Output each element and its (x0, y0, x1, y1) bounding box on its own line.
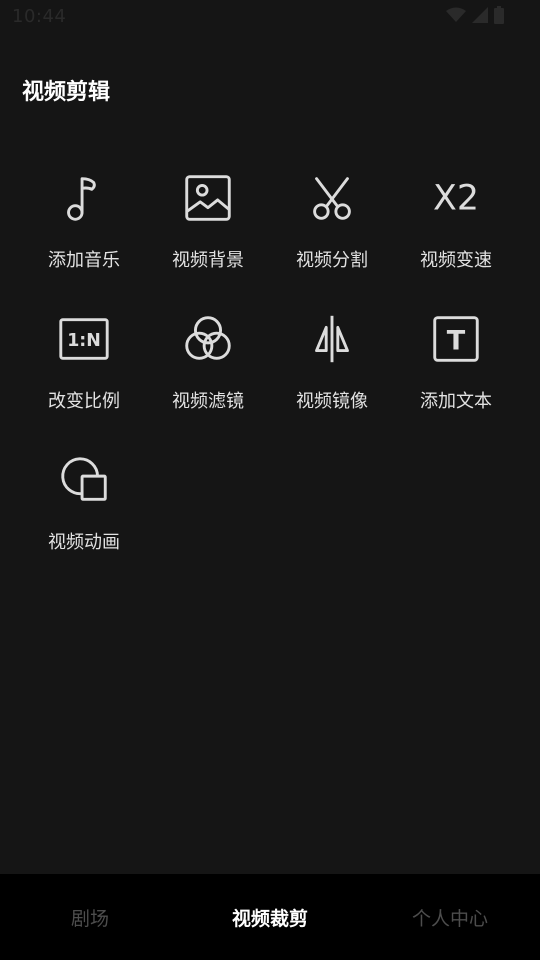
status-icons (446, 6, 504, 24)
speed-x2-icon: X2 (426, 168, 486, 228)
tool-change-ratio[interactable]: 1:N 改变比例 (22, 305, 146, 446)
bottom-nav: 剧场 视频裁剪 个人中心 (0, 874, 540, 960)
ratio-icon-text: 1:N (67, 331, 101, 351)
scissors-icon (302, 168, 362, 228)
battery-icon (494, 6, 504, 24)
animation-shapes-icon (54, 450, 114, 510)
tool-video-animation[interactable]: 视频动画 (22, 446, 146, 587)
tool-label: 添加文本 (420, 391, 492, 412)
nav-theater[interactable]: 剧场 (0, 874, 180, 960)
speed-icon-text: X2 (433, 179, 479, 219)
tool-add-music[interactable]: 添加音乐 (22, 164, 146, 305)
tool-label: 视频背景 (172, 250, 244, 271)
tool-label: 视频滤镜 (172, 391, 244, 412)
tool-add-text[interactable]: T 添加文本 (394, 305, 518, 446)
tool-video-split[interactable]: 视频分割 (270, 164, 394, 305)
text-icon: T (426, 309, 486, 369)
tool-label: 视频动画 (48, 532, 120, 553)
tool-label: 视频分割 (296, 250, 368, 271)
tool-video-filter[interactable]: 视频滤镜 (146, 305, 270, 446)
status-time: 10:44 (12, 6, 67, 27)
page-title: 视频剪辑 (22, 80, 111, 105)
nav-video-crop[interactable]: 视频裁剪 (180, 874, 360, 960)
status-bar: 10:44 (0, 0, 540, 34)
text-icon-letter: T (447, 326, 466, 357)
wifi-icon (446, 7, 466, 23)
nav-profile[interactable]: 个人中心 (360, 874, 540, 960)
tool-video-speed[interactable]: X2 视频变速 (394, 164, 518, 305)
tool-grid: 添加音乐 视频背景 视频分割 X2 视频变速 1:N 改变比例 视频滤镜 视频镜… (22, 164, 518, 587)
filter-circles-icon (178, 309, 238, 369)
tool-label: 改变比例 (48, 391, 120, 412)
music-note-icon (54, 168, 114, 228)
tool-label: 添加音乐 (48, 250, 120, 271)
tool-video-mirror[interactable]: 视频镜像 (270, 305, 394, 446)
aspect-ratio-icon: 1:N (54, 309, 114, 369)
image-icon (178, 168, 238, 228)
signal-icon (472, 7, 488, 23)
mirror-icon (302, 309, 362, 369)
tool-label: 视频镜像 (296, 391, 368, 412)
tool-label: 视频变速 (420, 250, 492, 271)
tool-video-background[interactable]: 视频背景 (146, 164, 270, 305)
